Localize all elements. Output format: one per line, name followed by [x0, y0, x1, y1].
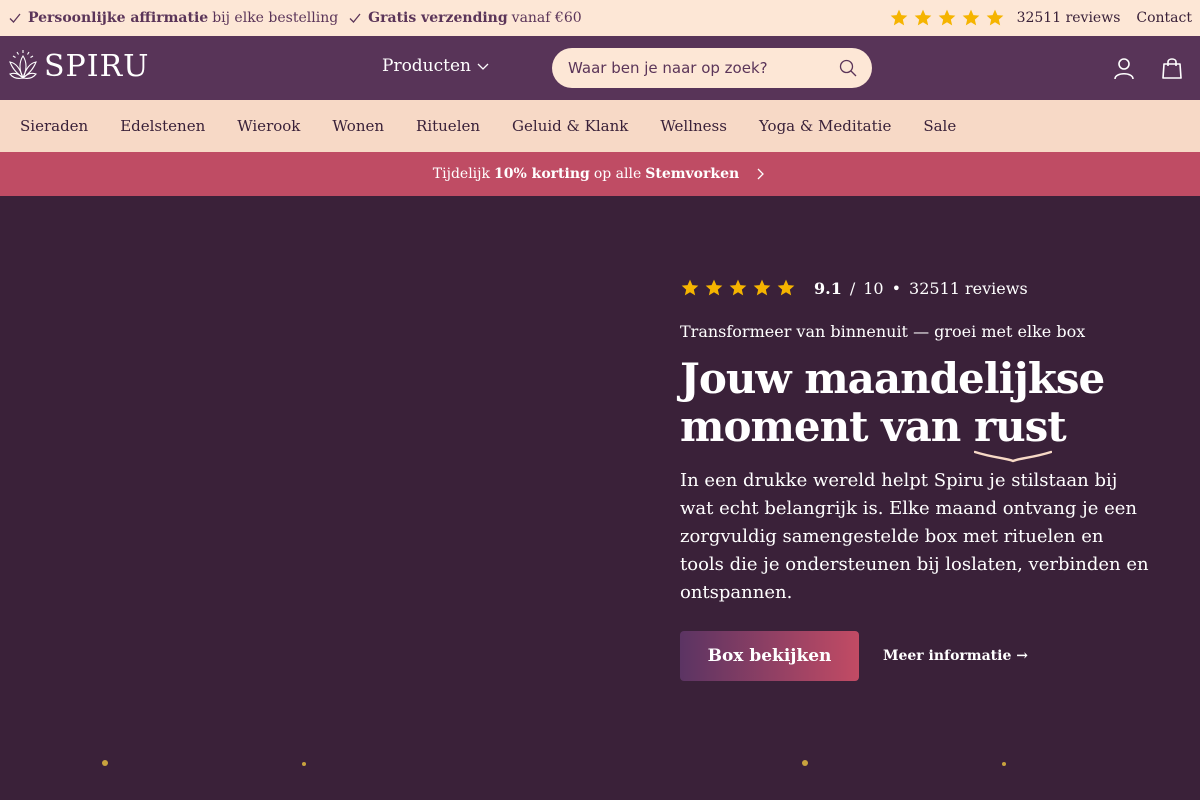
usp-shipping-text: vanaf €60 — [511, 10, 582, 26]
usp-affirmation: Persoonlijke affirmatie bij elke bestell… — [8, 10, 338, 26]
view-box-button[interactable]: Box bekijken — [680, 631, 859, 681]
star-icon — [914, 9, 931, 26]
promo-text-mid: op alle — [593, 166, 642, 182]
hero-description: In een drukke wereld helpt Spiru je stil… — [680, 470, 1149, 603]
rating-score: 9.1 — [814, 278, 842, 298]
star-icon — [962, 9, 979, 26]
sparkle-dot — [1002, 762, 1006, 766]
hero-content: 9.1 / 10 • 32511 reviews Transformeer va… — [680, 276, 1160, 681]
sparkle-dot — [102, 760, 108, 766]
category-link-geluid-klank[interactable]: Geluid & Klank — [512, 117, 628, 135]
star-icon — [705, 279, 723, 296]
category-link-yoga-meditatie[interactable]: Yoga & Meditatie — [759, 117, 891, 135]
check-icon — [9, 13, 21, 23]
category-link-wonen[interactable]: Wonen — [332, 117, 384, 135]
main-header: SPIRU Producten — [0, 36, 1200, 100]
products-dropdown[interactable]: Producten — [382, 56, 490, 76]
star-icon — [753, 279, 771, 296]
usp-shipping: Gratis verzending vanaf €60 — [348, 10, 582, 26]
category-link-wierook[interactable]: Wierook — [237, 117, 300, 135]
headline-highlight-text: rust — [973, 402, 1067, 451]
hero-cta-row: Box bekijken Meer informatie → — [680, 631, 1160, 681]
star-icon — [681, 279, 699, 296]
rating-separator: / — [849, 278, 856, 298]
hero-rating-stars — [680, 278, 800, 298]
squiggle-underline-icon — [973, 450, 1052, 463]
category-nav: Sieraden Edelstenen Wierook Wonen Rituel… — [0, 100, 1200, 152]
chevron-down-icon — [477, 63, 489, 70]
hero-rating[interactable]: 9.1 / 10 • 32511 reviews — [680, 276, 1160, 300]
star-icon — [938, 9, 955, 26]
chevron-right-icon — [757, 168, 765, 180]
lotus-logo-icon — [9, 50, 37, 80]
category-link-sale[interactable]: Sale — [923, 117, 956, 135]
promo-text-pre: Tijdelijk — [432, 166, 490, 182]
logo[interactable]: SPIRU — [8, 48, 149, 84]
promo-discount: 10% korting — [493, 166, 590, 182]
search-bar — [552, 48, 872, 88]
headline-line-1: Jouw maandelijkse — [680, 354, 1105, 403]
star-icon — [986, 9, 1003, 26]
more-info-link[interactable]: Meer informatie → — [883, 648, 1028, 664]
star-icon — [890, 9, 907, 26]
category-link-wellness[interactable]: Wellness — [660, 117, 727, 135]
search-input[interactable] — [568, 59, 838, 77]
headline-line-2: moment van — [680, 402, 961, 451]
sparkle-dot — [802, 760, 808, 766]
account-icon[interactable] — [1112, 56, 1136, 80]
topbar-reviews-link[interactable]: 32511 reviews — [1017, 10, 1121, 26]
category-link-edelstenen[interactable]: Edelstenen — [120, 117, 205, 135]
star-icon — [777, 279, 795, 296]
rating-max: 10 — [863, 278, 884, 298]
category-link-rituelen[interactable]: Rituelen — [416, 117, 480, 135]
hero-headline: Jouw maandelijkse moment van rust — [680, 354, 1160, 463]
topbar-right: 32511 reviews Contact — [889, 8, 1192, 28]
promo-product: Stemvorken — [645, 166, 740, 182]
category-link-sieraden[interactable]: Sieraden — [20, 117, 88, 135]
check-icon — [349, 13, 361, 23]
rating-reviews: 32511 reviews — [909, 278, 1028, 298]
contact-link[interactable]: Contact — [1136, 10, 1192, 26]
search-icon[interactable] — [838, 58, 858, 78]
top-usp-bar: Persoonlijke affirmatie bij elke bestell… — [0, 0, 1200, 36]
usp-affirmation-text: bij elke bestelling — [212, 10, 339, 26]
promo-banner[interactable]: Tijdelijk 10% korting op alle Stemvorken — [0, 152, 1200, 196]
sparkle-dot — [302, 762, 306, 766]
hero-section: 9.1 / 10 • 32511 reviews Transformeer va… — [0, 196, 1200, 800]
usp-shipping-bold: Gratis verzending — [368, 10, 508, 26]
logo-text: SPIRU — [44, 48, 150, 84]
rating-bullet: • — [891, 278, 902, 298]
headline-highlight: rust — [973, 402, 1067, 463]
topbar-rating-stars[interactable] — [889, 8, 1009, 28]
cart-icon[interactable] — [1160, 56, 1184, 80]
products-label: Producten — [382, 56, 471, 76]
hero-eyebrow: Transformeer van binnenuit — groei met e… — [680, 322, 1086, 341]
star-icon — [729, 279, 747, 296]
usp-affirmation-bold: Persoonlijke affirmatie — [28, 10, 209, 26]
